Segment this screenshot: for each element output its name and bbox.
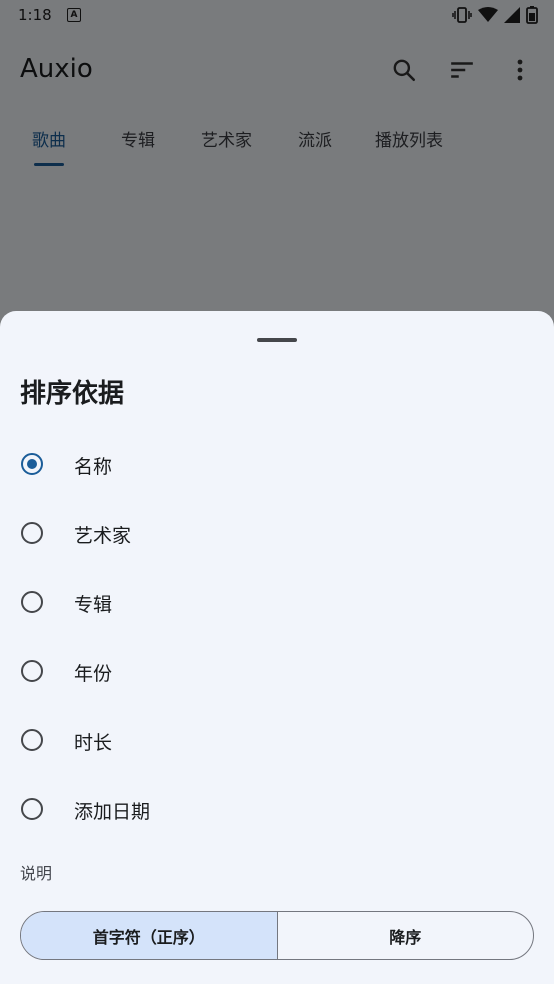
drag-handle[interactable] bbox=[257, 338, 297, 342]
sort-option-label: 年份 bbox=[74, 663, 113, 685]
sort-option-label: 名称 bbox=[74, 456, 113, 478]
radio-selected-icon[interactable] bbox=[21, 453, 43, 475]
sort-option-label: 专辑 bbox=[74, 594, 113, 616]
sort-option-date-added[interactable]: 添加日期 bbox=[0, 781, 554, 841]
radio-icon[interactable] bbox=[21, 729, 43, 751]
direction-section-label: 说明 bbox=[20, 864, 53, 883]
sort-option-year[interactable]: 年份 bbox=[0, 643, 554, 703]
sort-option-label: 时长 bbox=[74, 732, 113, 754]
sort-bottom-sheet: 排序依据 名称 艺术家 专辑 年份 时长 添加日期 说明 首字符（正序） 降序 bbox=[0, 311, 554, 984]
radio-icon[interactable] bbox=[21, 591, 43, 613]
ascending-button[interactable]: 首字符（正序） bbox=[21, 912, 277, 959]
radio-icon[interactable] bbox=[21, 522, 43, 544]
sort-option-artist[interactable]: 艺术家 bbox=[0, 505, 554, 565]
descending-button[interactable]: 降序 bbox=[278, 912, 534, 959]
sort-option-album[interactable]: 专辑 bbox=[0, 574, 554, 634]
sheet-title: 排序依据 bbox=[20, 379, 125, 409]
sort-direction-toggle: 首字符（正序） 降序 bbox=[20, 911, 534, 960]
sort-option-name[interactable]: 名称 bbox=[0, 436, 554, 496]
radio-icon[interactable] bbox=[21, 798, 43, 820]
sort-option-duration[interactable]: 时长 bbox=[0, 712, 554, 772]
sort-option-label: 添加日期 bbox=[74, 801, 151, 823]
radio-icon[interactable] bbox=[21, 660, 43, 682]
sort-option-label: 艺术家 bbox=[74, 525, 132, 547]
